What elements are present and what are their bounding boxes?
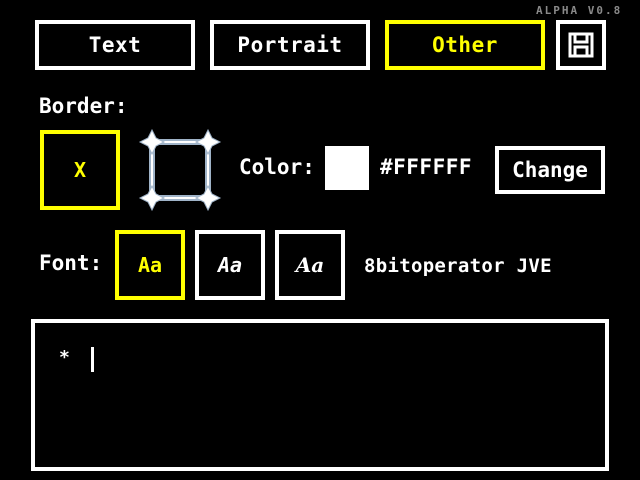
text-caret [91, 347, 94, 372]
save-button[interactable] [556, 20, 606, 70]
font-option-1[interactable]: Aa [115, 230, 185, 300]
color-swatch[interactable] [325, 146, 369, 190]
tab-portrait-label: Portrait [237, 33, 343, 57]
tab-other-label: Other [432, 33, 498, 57]
border-option-ornate[interactable] [138, 128, 222, 212]
color-hex-value: #FFFFFF [380, 155, 473, 179]
color-label: Color: [239, 155, 315, 179]
tab-text[interactable]: Text [35, 20, 195, 70]
change-color-label: Change [512, 158, 588, 182]
font-option-1-sample: Aa [137, 253, 163, 277]
floppy-disk-icon [568, 32, 594, 58]
ornate-frame-icon [138, 128, 222, 212]
tab-portrait[interactable]: Portrait [210, 20, 370, 70]
version-label: ALPHA V0.8 [536, 4, 623, 17]
selected-font-name: 8bitoperator JVE [364, 255, 552, 277]
dialogue-textbox[interactable]: * [31, 319, 609, 471]
change-color-button[interactable]: Change [495, 146, 605, 194]
asterisk-prompt: * [59, 347, 70, 368]
tab-other[interactable]: Other [385, 20, 545, 70]
border-option-none[interactable]: X [40, 130, 120, 210]
border-label: Border: [39, 94, 128, 118]
tab-text-label: Text [88, 33, 142, 57]
font-option-2-sample: Aa [217, 253, 243, 277]
font-option-3-sample: Aa [295, 253, 325, 277]
font-option-2[interactable]: Aa [195, 230, 265, 300]
border-none-mark: X [73, 158, 87, 182]
font-option-3[interactable]: Aa [275, 230, 345, 300]
font-label: Font: [39, 251, 103, 275]
